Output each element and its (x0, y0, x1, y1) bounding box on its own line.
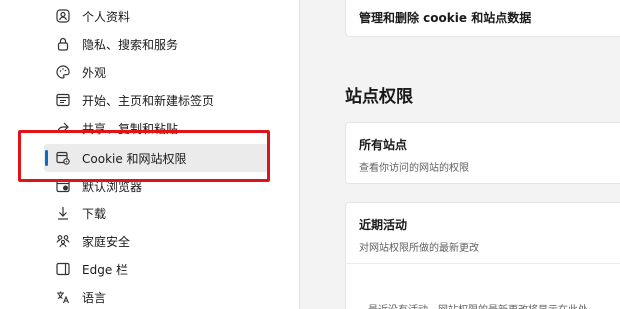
profile-icon (54, 7, 72, 25)
sidebar-item-label: Cookie 和网站权限 (82, 151, 187, 166)
browser-icon (54, 177, 72, 195)
sidebar-item-label: 下载 (82, 206, 107, 221)
share-icon (54, 119, 72, 137)
sidebar-item-downloads[interactable]: 下载 (44, 199, 268, 227)
sidebar-item-default-browser[interactable]: 默认浏览器 (44, 172, 268, 200)
lock-icon (54, 35, 72, 53)
recent-activity-card: 近期活动 对网站权限所做的最新更改 最近没有活动。网站权限的最新更改将显示在此处 (345, 202, 620, 309)
sidebar-item-label: Edge 栏 (82, 262, 129, 277)
cookie-settings-icon (54, 149, 72, 167)
sidebar-item-appearance[interactable]: 外观 (44, 58, 268, 86)
recent-activity-description: 对网站权限所做的最新更改 (359, 243, 479, 254)
manage-cookies-card[interactable]: 管理和删除 cookie 和站点数据 (345, 0, 620, 37)
sidebar-item-edge-bar[interactable]: Edge 栏 (44, 255, 268, 283)
family-icon (54, 232, 72, 250)
sidebar-item-label: 共享、复制和粘贴 (82, 121, 179, 136)
settings-sidebar: 个人资料 隐私、搜索和服务 外观 开始、主页和新建标签页 共享、复制和粘贴 Co… (0, 0, 300, 309)
sidebar-item-label: 家庭安全 (82, 234, 131, 249)
main-content: 管理和删除 cookie 和站点数据 站点权限 所有站点 查看你访问的网站的权限… (301, 0, 620, 309)
selected-indicator (45, 150, 48, 166)
sidebar-item-language[interactable]: 语言 (44, 283, 268, 309)
sidebar-item-label: 隐私、搜索和服务 (82, 37, 179, 52)
sidebar-item-label: 个人资料 (82, 9, 131, 24)
all-sites-card[interactable]: 所有站点 查看你访问的网站的权限 (345, 122, 620, 184)
window-icon (54, 91, 72, 109)
sidebar-item-start-home[interactable]: 开始、主页和新建标签页 (44, 86, 268, 114)
sidebar-item-label: 外观 (82, 65, 107, 80)
sidebar-item-share[interactable]: 共享、复制和粘贴 (44, 114, 268, 142)
recent-activity-title: 近期活动 (359, 218, 408, 232)
palette-icon (54, 63, 72, 81)
all-sites-description: 查看你访问的网站的权限 (359, 163, 469, 174)
section-heading-site-permissions: 站点权限 (345, 87, 413, 107)
sidebar-item-label: 开始、主页和新建标签页 (82, 93, 215, 108)
manage-cookies-title: 管理和删除 cookie 和站点数据 (359, 11, 532, 25)
sidebar-item-privacy[interactable]: 隐私、搜索和服务 (44, 30, 268, 58)
sidebar-item-profile[interactable]: 个人资料 (44, 2, 268, 30)
edge-bar-icon (54, 260, 72, 278)
sidebar-item-cookies[interactable]: Cookie 和网站权限 (44, 144, 268, 172)
sidebar-item-family[interactable]: 家庭安全 (44, 227, 268, 255)
sidebar-item-label: 默认浏览器 (82, 179, 143, 194)
recent-activity-empty-text: 最近没有活动。网站权限的最新更改将显示在此处 (368, 301, 588, 309)
all-sites-title: 所有站点 (359, 138, 408, 152)
sidebar-item-label: 语言 (82, 290, 107, 305)
card-divider (346, 263, 620, 264)
download-icon (54, 204, 72, 222)
language-icon (54, 288, 72, 306)
